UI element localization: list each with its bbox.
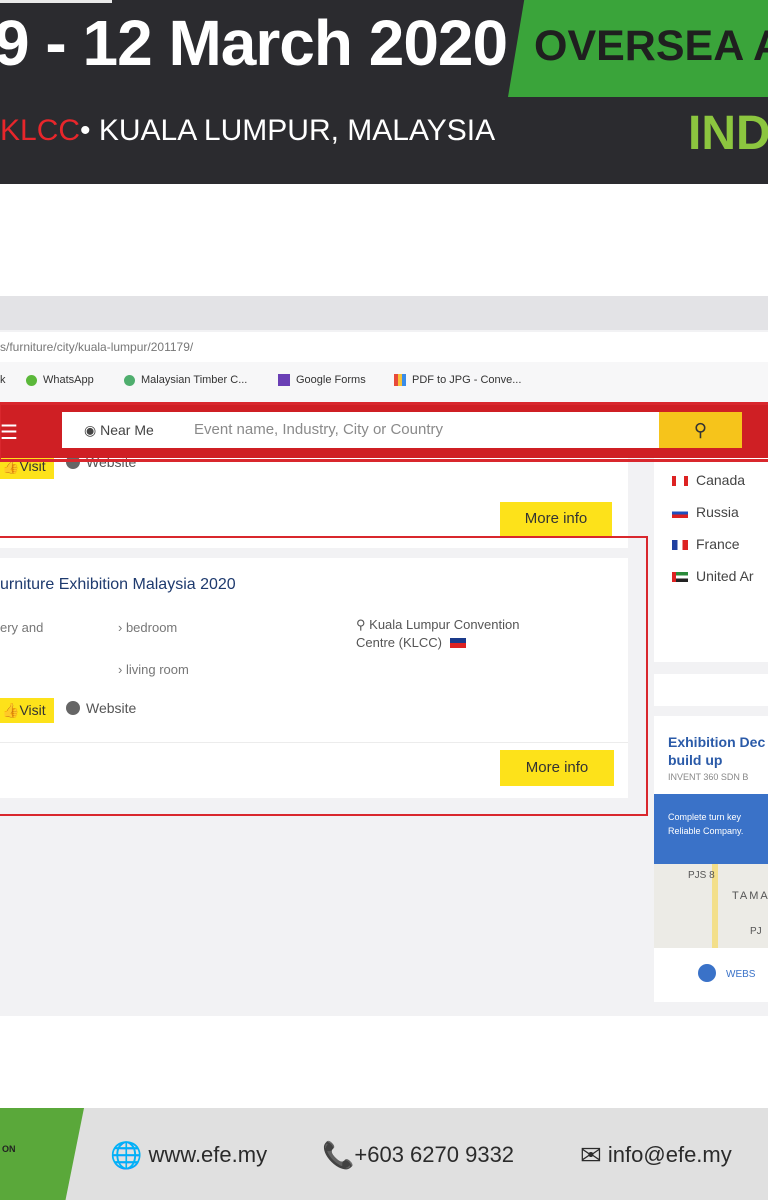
bookmark-malaysian-timber[interactable]: Malaysian Timber C... [124,374,247,386]
banner-top-line [0,0,112,3]
whatsapp-icon [26,374,37,386]
bookmarks-bar: k WhatsApp Malaysian Timber C... Google … [0,362,768,402]
sidebar-spacer-card [654,674,768,706]
address-bar[interactable]: s/furniture/city/kuala-lumpur/201179/ [0,332,768,362]
canada-flag-icon [672,476,688,486]
envelope-icon: ✉ [580,1140,602,1170]
map-label: PJ [750,926,762,937]
ad-banner-line2: Reliable Company. [668,826,744,836]
globe-icon [698,964,716,982]
timber-icon [124,374,135,386]
ad-card: Exhibition Dec build up INVENT 360 SDN B… [654,716,768,1002]
country-uae[interactable]: United Ar [672,568,754,584]
address-url: s/furniture/city/kuala-lumpur/201179/ [0,340,194,354]
event-banner: 9 - 12 March 2020 KLCC• KUALA LUMPUR, MA… [0,0,768,184]
browser-tab-strip [0,296,768,330]
more-info-button[interactable]: More info [500,502,612,536]
highlight-box-search [0,402,768,462]
contact-footer: ON 🌐 www.efe.my 📞+603 6270 9332 ✉ info@e… [0,1108,768,1200]
russia-flag-icon [672,508,688,518]
map-label: PJS 8 [688,870,715,881]
highlight-box-listing [0,536,648,816]
pdf-icon [394,374,406,387]
footer-email[interactable]: ✉ info@efe.my [580,1140,732,1171]
globe-icon: 🌐 [110,1140,143,1170]
map-label: TAMA [732,890,768,902]
country-russia[interactable]: Russia [672,504,739,520]
event-location: KLCC• KUALA LUMPUR, MALAYSIA [0,114,495,148]
footer-logo-text: ON [2,1144,16,1154]
website-screenshot: s/furniture/city/kuala-lumpur/201179/ k … [0,296,768,1016]
ad-company: INVENT 360 SDN B [668,772,749,782]
event-venue: KLCC [0,114,81,147]
footer-green-logo-area [0,1108,84,1200]
footer-phone[interactable]: 📞+603 6270 9332 [322,1140,514,1171]
bookmark-pdf-to-jpg[interactable]: PDF to JPG - Conve... [394,374,521,387]
ind-tag-text: IND [688,107,768,160]
ad-banner-line1: Complete turn key [668,812,742,822]
phone-icon: 📞 [322,1140,355,1170]
bookmark-whatsapp[interactable]: WhatsApp [26,374,94,386]
ad-banner[interactable]: Complete turn key Reliable Company. [654,794,768,864]
oversea-tag-text: OVERSEA A [534,22,768,70]
ad-title[interactable]: Exhibition Dec [668,734,765,750]
forms-icon [278,374,290,387]
bookmark-item[interactable]: k [0,374,6,386]
country-canada[interactable]: Canada [672,472,745,488]
bookmark-google-forms[interactable]: Google Forms [278,374,366,387]
event-city: • KUALA LUMPUR, MALAYSIA [80,114,496,147]
countries-panel: Canada Russia France United Ar [654,458,768,662]
event-dates: 9 - 12 March 2020 [0,7,508,79]
france-flag-icon [672,540,688,550]
uae-flag-icon [672,572,688,582]
ad-website-link[interactable]: WEBS [698,964,755,982]
footer-website[interactable]: 🌐 www.efe.my [110,1140,267,1171]
ad-title-line2[interactable]: build up [668,752,722,768]
ad-map[interactable]: PJS 8 TAMA PJ [654,864,768,948]
listing-card-previous: 👍Visit Website More info [0,454,628,548]
country-france[interactable]: France [672,536,740,552]
